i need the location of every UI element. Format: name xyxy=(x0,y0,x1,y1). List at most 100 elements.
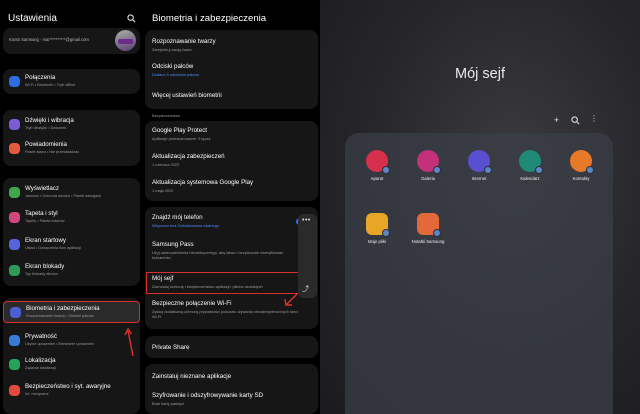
item-title: Samsung Pass xyxy=(152,241,194,248)
security-update-item[interactable]: Aktualizacja zabezpieczeń 1 czerwca 2022 xyxy=(152,153,312,167)
security-section-label: Bezpieczeństwo xyxy=(152,113,181,118)
samsung-account-card[interactable]: Konto Samsung · mai**********@gmail.com xyxy=(3,28,140,54)
item-title: Powiadomienia xyxy=(25,141,67,148)
item-sub: Użyj uwierzytelnienia biometrycznego, ab… xyxy=(152,250,284,261)
face-recognition-item[interactable]: Rozpoznawanie twarzy Zarejestruj swoją t… xyxy=(152,38,312,52)
highlight-box xyxy=(146,272,300,294)
more-options-icon[interactable]: ••• xyxy=(302,217,311,224)
settings-item-wallpaper[interactable]: Tapeta i styl Tapety • Paleta kolorów xyxy=(3,207,140,229)
settings-item-notifications[interactable]: Powiadomienia Pasek stanu • Nie przeszka… xyxy=(3,138,140,160)
item-title: Połączenia xyxy=(25,74,56,81)
folder-icon xyxy=(366,213,390,237)
biometrics-group: Rozpoznawanie twarzy Zarejestruj swoją t… xyxy=(145,30,318,109)
item-title: Szyfrowanie i odszyfrowywanie karty SD xyxy=(152,392,264,399)
samsung-pass-item[interactable]: Samsung Pass Użyj uwierzytelnienia biome… xyxy=(152,241,300,260)
secure-wifi-item[interactable]: Bezpieczne połączenie Wi-Fi Zyskuj dodat… xyxy=(152,300,300,319)
secure-folder-title: Mój sejf xyxy=(455,66,505,82)
app-calendar[interactable]: Kalendarz xyxy=(510,150,550,181)
item-sub: Włączono bez Odblokowania zdalnego xyxy=(152,223,220,228)
fingerprints-item[interactable]: Odciski palców Dodano 5 odcisków palców xyxy=(152,63,312,77)
more-options-icon[interactable]: ⋮ xyxy=(590,114,598,123)
item-title: Ekran startowy xyxy=(25,237,66,244)
secure-badge-icon xyxy=(433,166,441,174)
find-my-phone-item[interactable]: Znajdź mój telefon Włączono bez Odblokow… xyxy=(152,214,312,228)
app-label: Galeria xyxy=(421,176,435,181)
more-biometrics-item[interactable]: Więcej ustawień biometrii xyxy=(152,92,312,99)
settings-item-sounds[interactable]: Dźwięki i wibracja Tryb dźwięku • Dzwone… xyxy=(3,114,140,136)
item-title: Biometria i zabezpieczenia xyxy=(26,305,100,312)
private-share-group: Private Share xyxy=(145,336,318,358)
palette-icon xyxy=(9,212,20,223)
search-icon[interactable] xyxy=(571,116,580,125)
app-internet[interactable]: Internet xyxy=(459,150,499,181)
item-title: Private Share xyxy=(152,344,190,351)
app-label: Kalendarz xyxy=(520,176,540,181)
search-icon[interactable] xyxy=(127,14,136,23)
account-label: Konto Samsung · mai**********@gmail.com xyxy=(9,37,89,42)
app-contacts[interactable]: Kontakty xyxy=(561,150,601,181)
floating-menu[interactable]: ••• ⤴ xyxy=(298,214,317,298)
secure-badge-icon xyxy=(382,229,390,237)
app-my-files[interactable]: Moje pliki xyxy=(357,213,397,244)
item-sub: Inf. medyczne xyxy=(25,392,49,396)
app-samsung-notes[interactable]: Notatki Samsung xyxy=(408,213,448,244)
location-pin-icon xyxy=(9,359,20,370)
secure-badge-icon xyxy=(382,166,390,174)
item-sub: Tryb dźwięku • Dzwonek xyxy=(25,126,67,130)
play-system-update-item[interactable]: Aktualizacja systemowa Google Play 1 maj… xyxy=(152,179,312,193)
item-title: Rozpoznawanie twarzy xyxy=(152,38,216,45)
app-label: Aparat xyxy=(370,176,384,181)
biometrics-panel: Biometria i zabezpieczenia Rozpoznawanie… xyxy=(144,0,320,414)
shield-icon xyxy=(10,307,21,318)
volume-icon xyxy=(9,119,20,130)
settings-item-lock-screen[interactable]: Ekran blokady Typ blokady ekranu xyxy=(3,260,140,282)
settings-item-biometrics[interactable]: Biometria i zabezpieczenia Rozpoznawanie… xyxy=(3,301,140,323)
item-title: Prywatność xyxy=(25,333,57,340)
settings-item-home-screen[interactable]: Ekran startowy Układ • Oznaczenia ikon a… xyxy=(3,234,140,256)
settings-group: Biometria i zabezpieczenia Rozpoznawanie… xyxy=(3,298,140,414)
settings-item-connections[interactable]: Połączenia Wi-Fi • Bluetooth • Tryb offl… xyxy=(3,71,140,93)
item-title: Dźwięki i wibracja xyxy=(25,117,74,124)
biometrics-title: Biometria i zabezpieczenia xyxy=(152,13,267,24)
avatar xyxy=(115,30,136,51)
item-title: Bezpieczeństwo i syt. awaryjne xyxy=(25,383,111,390)
item-title: Google Play Protect xyxy=(152,127,208,134)
settings-group: Wyświetlacz Jasność • Ochrona wzroku • P… xyxy=(3,178,140,286)
settings-item-safety[interactable]: Bezpieczeństwo i syt. awaryjne Inf. medy… xyxy=(3,380,140,402)
item-sub: Tapety • Paleta kolorów xyxy=(25,219,65,223)
settings-group: Dźwięki i wibracja Tryb dźwięku • Dzwone… xyxy=(3,110,140,166)
sd-encryption-item[interactable]: Szyfrowanie i odszyfrowywanie karty SD B… xyxy=(152,392,312,406)
settings-item-privacy[interactable]: Prywatność Użycie uprawnień • Menedżer u… xyxy=(3,330,140,352)
app-gallery[interactable]: Galeria xyxy=(408,150,448,181)
item-sub: Użycie uprawnień • Menedżer uprawnień xyxy=(25,342,94,346)
item-sub: Wi-Fi • Bluetooth • Tryb offline xyxy=(25,83,76,87)
item-title: Znajdź mój telefon xyxy=(152,214,203,221)
item-title: Tapeta i styl xyxy=(25,210,58,217)
install-unknown-apps-item[interactable]: Zainstaluj nieznane aplikacje xyxy=(152,373,312,380)
privacy-icon xyxy=(9,335,20,346)
item-sub: Jasność • Ochrona wzroku • Pasek nawigac… xyxy=(25,194,101,198)
sun-icon xyxy=(9,187,20,198)
share-icon[interactable]: ⤴ xyxy=(302,284,309,294)
item-sub: Aplikacje przeskanowane: 3 łącza xyxy=(152,136,211,141)
play-protect-item[interactable]: Google Play Protect Aplikacje przeskanow… xyxy=(152,127,312,141)
item-title: Zainstaluj nieznane aplikacje xyxy=(152,373,232,380)
item-title: Wyświetlacz xyxy=(25,185,59,192)
add-icon[interactable]: + xyxy=(554,115,559,125)
settings-item-location[interactable]: Lokalizacja Żądania lokalizacji xyxy=(3,354,140,376)
secure-badge-icon xyxy=(433,229,441,237)
annotation-arrow xyxy=(124,327,134,357)
settings-item-display[interactable]: Wyświetlacz Jasność • Ochrona wzroku • P… xyxy=(3,182,140,204)
item-sub: Brak karty pamięci xyxy=(152,401,184,406)
item-title: Więcej ustawień biometrii xyxy=(152,92,222,99)
private-share-item[interactable]: Private Share xyxy=(152,344,312,351)
item-sub: Zyskuj dodatkową ochronę prywatności pod… xyxy=(152,309,298,320)
bell-icon xyxy=(9,143,20,154)
item-title: Aktualizacja zabezpieczeń xyxy=(152,153,225,160)
secure-badge-icon xyxy=(535,166,543,174)
wifi-icon xyxy=(9,76,20,87)
grid-icon xyxy=(9,239,20,250)
app-camera[interactable]: Aparat xyxy=(357,150,397,181)
lock-icon xyxy=(9,265,20,276)
settings-panel: Ustawienia Konto Samsung · mai**********… xyxy=(0,0,144,414)
